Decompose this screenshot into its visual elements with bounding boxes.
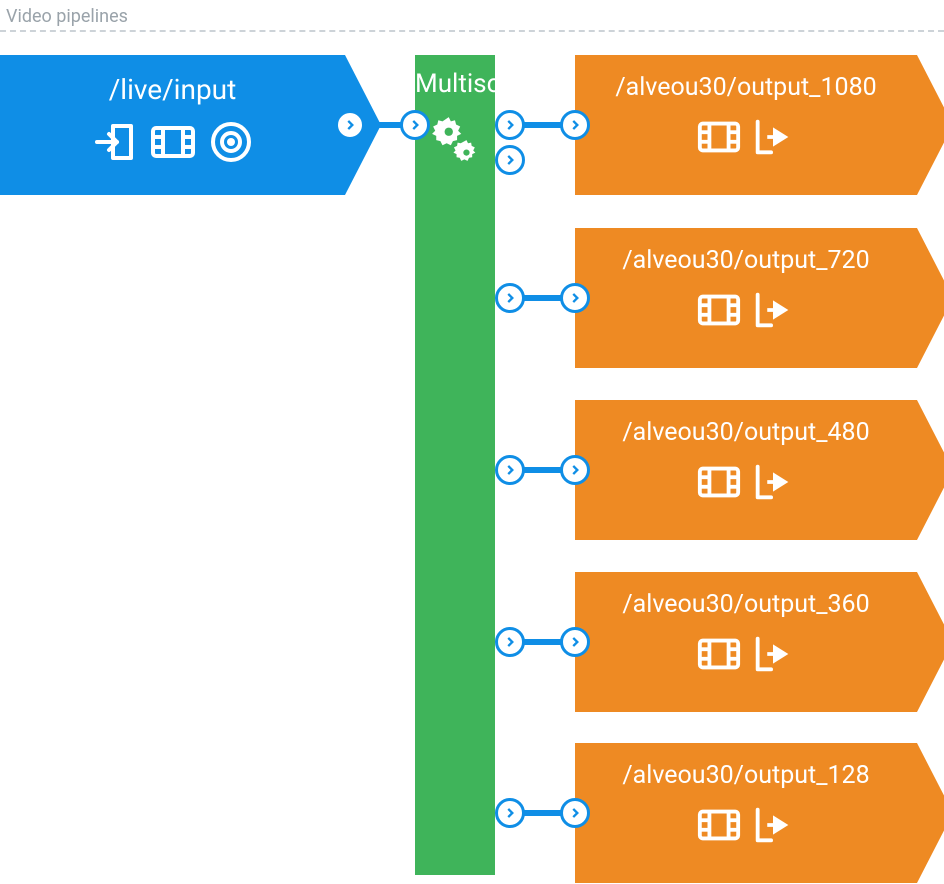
section-divider <box>0 30 944 32</box>
film-icon <box>149 118 197 166</box>
input-out-port[interactable] <box>335 110 365 140</box>
section-title: Video pipelines <box>6 6 128 27</box>
record-icon <box>207 118 255 166</box>
output-node-icons <box>575 802 917 848</box>
output-node-3[interactable]: /alveou30/output_360 <box>575 572 917 712</box>
gears-icon <box>430 113 480 163</box>
proc-out-port-3[interactable] <box>495 627 525 657</box>
pipeline-canvas: Video pipelines /live/input Multisca <box>0 0 944 884</box>
output-node-label: /alveou30/output_1080 <box>575 55 917 102</box>
output-node-label: /alveou30/output_360 <box>575 572 917 619</box>
output-icon <box>750 287 796 333</box>
output-icon <box>750 631 796 677</box>
proc-extra-port[interactable] <box>495 145 525 175</box>
proc-out-port-4[interactable] <box>495 798 525 828</box>
output-icon <box>750 459 796 505</box>
output-node-label: /alveou30/output_128 <box>575 743 917 790</box>
film-icon <box>696 802 742 848</box>
output-in-port-4[interactable] <box>560 798 590 828</box>
output-in-port-1[interactable] <box>560 283 590 313</box>
input-node-icons <box>0 118 345 166</box>
proc-out-port-2[interactable] <box>495 455 525 485</box>
output-icon <box>750 802 796 848</box>
proc-out-port-0[interactable] <box>495 110 525 140</box>
input-node[interactable]: /live/input <box>0 55 345 195</box>
output-node-1[interactable]: /alveou30/output_720 <box>575 228 917 368</box>
output-node-label: /alveou30/output_480 <box>575 400 917 447</box>
processor-node[interactable]: Multisca <box>415 55 495 875</box>
output-in-port-2[interactable] <box>560 455 590 485</box>
output-node-label: /alveou30/output_720 <box>575 228 917 275</box>
output-node-icons <box>575 459 917 505</box>
film-icon <box>696 459 742 505</box>
proc-in-port[interactable] <box>400 110 430 140</box>
proc-out-port-1[interactable] <box>495 283 525 313</box>
output-node-icons <box>575 631 917 677</box>
input-node-label: /live/input <box>0 55 345 106</box>
input-icon <box>91 118 139 166</box>
output-in-port-3[interactable] <box>560 627 590 657</box>
processor-node-label: Multisca <box>415 69 495 99</box>
film-icon <box>696 287 742 333</box>
output-icon <box>750 114 796 160</box>
film-icon <box>696 631 742 677</box>
output-node-icons <box>575 114 917 160</box>
output-node-0[interactable]: /alveou30/output_1080 <box>575 55 917 195</box>
output-node-4[interactable]: /alveou30/output_128 <box>575 743 917 883</box>
output-in-port-0[interactable] <box>560 110 590 140</box>
film-icon <box>696 114 742 160</box>
output-node-2[interactable]: /alveou30/output_480 <box>575 400 917 540</box>
output-node-icons <box>575 287 917 333</box>
